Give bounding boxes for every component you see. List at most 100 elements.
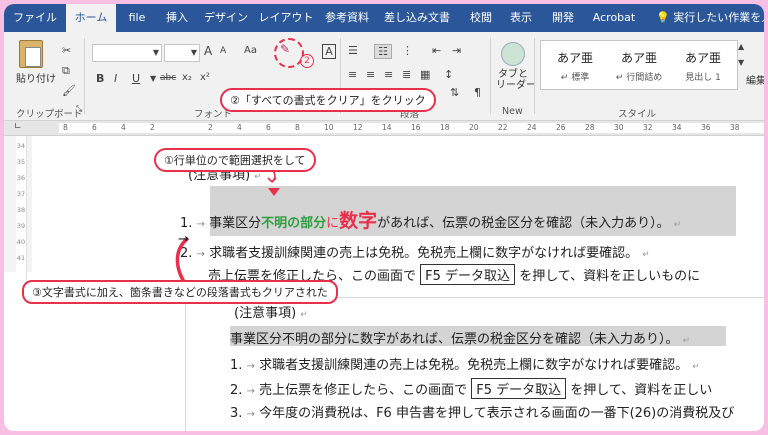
ruler-number: 22 [498,123,508,132]
tab-leader-label: タブと リーダー [496,69,536,91]
font-name-combo[interactable]: ▼ [92,44,162,62]
tab-selector-icon[interactable]: ∟ [14,122,22,132]
big-red-text: 数字 [339,210,378,232]
list-item-2-after: 2. → 売上伝票を修正したら、この画面で F5 データ取込 を押して、資料を正… [230,378,712,399]
subscript-button[interactable]: x₂ [182,72,192,83]
ruler-number: 28 [585,123,595,132]
tab-mailings[interactable]: 差し込み文書 [378,4,456,32]
tell-me-box[interactable]: 💡 実行したい作業を入 [656,4,764,32]
ruler-number: 26 [556,123,566,132]
styles-scroll-down-icon[interactable]: ▼ [738,58,744,67]
show-marks-icon[interactable]: ¶ [474,86,481,99]
callout-step1: ①行単位ので範囲選択をして [154,148,316,172]
format-painter-icon[interactable]: 🖌 [62,84,76,97]
vertical-ruler-number: 35 [16,158,26,166]
shrink-font-button[interactable]: A [220,46,226,56]
grow-font-button[interactable]: A [204,44,212,58]
decrease-indent-icon[interactable]: ⇤ [432,44,441,57]
horizontal-ruler[interactable]: ∟ 8 6 4 2 2 4 6 8 10 12 14 16 18 20 22 24 26 28 30 32 34 36 38 [4,121,764,136]
callout-step2: ②「すべての書式をクリア」をクリック [220,88,436,112]
clipboard-icon [19,40,43,68]
tab-references[interactable]: 参考資料 [322,4,372,32]
distributed-icon[interactable]: ▦ [420,68,430,81]
superscript-button[interactable]: x² [200,72,210,83]
red-text: に [326,216,340,231]
list-item-1-before: 1. → 事業区分不明の部分に数字があれば、伝票の税金区分を確認（未入力あり）。… [180,210,682,232]
ruler-number: 8 [295,123,300,132]
vertical-ruler-number: 36 [16,174,26,182]
styles-scroll-up-icon[interactable]: ▲ [738,42,744,51]
tab-design[interactable]: デザイン [200,4,252,32]
chevron-down-icon: ▼ [152,48,159,57]
chevron-down-icon[interactable]: ▼ [150,74,156,83]
ruler-number: 2 [150,123,155,132]
style-normal[interactable]: あア亜 ↵ 標準 [545,41,605,89]
green-text: 不明の部分 [261,216,327,231]
ruler-number: 36 [701,123,711,132]
paste-label: 貼り付け [16,74,56,85]
ruler-track: 8 6 4 2 2 4 6 8 10 12 14 16 18 20 22 24 26 28 30 32 34 36 38 [59,123,764,133]
heading-after: (注意事項) ↵ [234,306,308,321]
style-heading-1[interactable]: あア亜 見出し 1 [673,41,733,89]
multilevel-list-icon[interactable]: ⋮ [402,44,413,57]
ruler-number: 20 [469,123,479,132]
change-case-button[interactable]: Aa [244,45,257,56]
ruler-number: 12 [353,123,363,132]
tab-review[interactable]: 校閲 [464,4,498,32]
tab-file[interactable]: ファイル [12,4,58,32]
list-item-3-after: 3. → 今年度の消費税は、F6 申告書を押して表示される画面の一番下(26)の… [230,406,735,421]
document-area: 34 35 36 37 38 39 40 41 (注意事項) ↵ 1. → 事業区分不明の部分に… [4,136,764,296]
list-item-1-after: 1. → 求職者支援訓練関連の売上は免税。免税売上欄に数字がなければ要確認。 ↵ [230,358,700,373]
line-spacing-icon[interactable]: ↕ [444,68,453,81]
tab-leader-button[interactable]: タブと リーダー [496,42,536,102]
font-size-combo[interactable]: ▼ [164,44,200,62]
align-right-icon[interactable]: ≡ [384,68,393,81]
align-center-icon[interactable]: ≡ [366,68,375,81]
align-left-icon[interactable]: ≡ [348,68,357,81]
tab-acrobat[interactable]: Acrobat [588,4,640,32]
ruler-number: 24 [527,123,537,132]
circle-icon [501,42,525,66]
bold-button[interactable]: B [96,72,104,85]
paste-button[interactable]: 貼り付け [16,40,56,90]
vertical-ruler-number: 40 [16,238,26,246]
clear-formatting-icon[interactable]: ✎ [280,42,290,56]
character-border-icon[interactable]: A [322,44,336,59]
ruler-number: 30 [614,123,624,132]
cut-icon[interactable]: ✂ [62,44,71,57]
numbering-icon[interactable]: ☷ [374,44,392,59]
styles-gallery: あア亜 ↵ 標準 あア亜 ↵ 行間詰め あア亜 見出し 1 [540,40,738,90]
tab-home[interactable]: ホーム [66,4,116,32]
tab-developer[interactable]: 開発 [546,4,580,32]
document-page[interactable]: (注意事項) ↵ 1. → 事業区分不明の部分に数字があれば、伝票の税金区分を確認… [32,136,764,285]
sort-icon[interactable]: ⇅ [450,86,459,99]
edit-button[interactable]: 編集 [744,72,764,87]
ruler-number: 10 [324,123,334,132]
justify-icon[interactable]: ≣ [402,68,411,81]
vertical-ruler: 34 35 36 37 38 39 40 41 [16,136,27,296]
ruler-number: 16 [411,123,421,132]
style-no-spacing[interactable]: あア亜 ↵ 行間詰め [609,41,669,89]
clipboard-launcher-icon[interactable]: ⤡ [76,104,82,114]
strikethrough-button[interactable]: abc [160,73,176,83]
ruler-number: 6 [92,123,97,132]
ruler-number: 8 [63,123,68,132]
increase-indent-icon[interactable]: ⇥ [452,44,461,57]
underline-button[interactable]: U [132,72,140,85]
tab-view[interactable]: 表示 [504,4,538,32]
ruler-number: 14 [382,123,392,132]
vertical-ruler-number: 34 [16,142,26,150]
separator [84,38,85,114]
separator [534,38,535,114]
italic-button[interactable]: I [114,72,117,85]
vertical-ruler-number: 41 [16,254,26,262]
tab-insert[interactable]: 挿入 [160,4,194,32]
screenshot-frame: ファイル ホーム file 挿入 デザイン レイアウト 参考資料 差し込み文書 … [4,4,764,431]
tab-layout[interactable]: レイアウト [258,4,314,32]
chevron-down-icon: ▼ [190,48,197,57]
vertical-ruler-number: 38 [16,206,26,214]
copy-icon[interactable]: ⧉ [62,64,70,78]
tab-file-custom[interactable]: file [120,4,154,32]
bullets-icon[interactable]: ☰ [348,44,358,57]
line1-after: 事業区分不明の部分に数字があれば、伝票の税金区分を確認（未入力あり）。 ↵ [230,332,691,347]
